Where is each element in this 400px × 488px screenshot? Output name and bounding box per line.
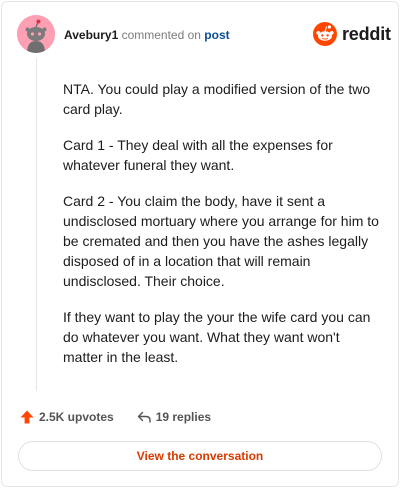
snoo-avatar-icon bbox=[17, 15, 55, 53]
comment-paragraph: If they want to play the your the wife c… bbox=[63, 309, 371, 365]
upvote-count[interactable]: 2.5K upvotes bbox=[19, 409, 114, 425]
reddit-wordmark: reddit bbox=[342, 24, 391, 44]
avatar[interactable] bbox=[17, 15, 55, 53]
comment-footer: 2.5K upvotes 19 replies bbox=[19, 407, 211, 427]
view-conversation-button[interactable]: View the conversation bbox=[18, 441, 382, 471]
reddit-alien-icon bbox=[313, 22, 337, 46]
upvote-arrow-icon bbox=[19, 409, 35, 425]
comment-meta: Avebury1 commented on post bbox=[64, 27, 230, 43]
comment-paragraph: Card 1 - They deal with all the expenses… bbox=[63, 137, 333, 173]
reply-arrow-icon bbox=[136, 409, 152, 425]
embedded-comment-card: Avebury1 commented on post reddit NTA. Y… bbox=[1, 1, 399, 487]
post-link[interactable]: post bbox=[204, 28, 229, 42]
view-conversation-label: View the conversation bbox=[136, 449, 264, 463]
upvote-count-label: 2.5K upvotes bbox=[39, 410, 114, 424]
comment-paragraph: Card 2 - You claim the body, have it sen… bbox=[63, 193, 379, 289]
reply-count[interactable]: 19 replies bbox=[136, 409, 211, 425]
username-link[interactable]: Avebury1 bbox=[64, 28, 118, 42]
comment-body: NTA. You could play a modified version o… bbox=[63, 79, 383, 367]
comment-paragraph: NTA. You could play a modified version o… bbox=[63, 81, 371, 117]
comment-action-text: commented on bbox=[118, 28, 205, 42]
reply-count-label: 19 replies bbox=[155, 410, 212, 424]
thread-line bbox=[36, 58, 37, 391]
reddit-brand-logo[interactable]: reddit bbox=[313, 22, 391, 46]
